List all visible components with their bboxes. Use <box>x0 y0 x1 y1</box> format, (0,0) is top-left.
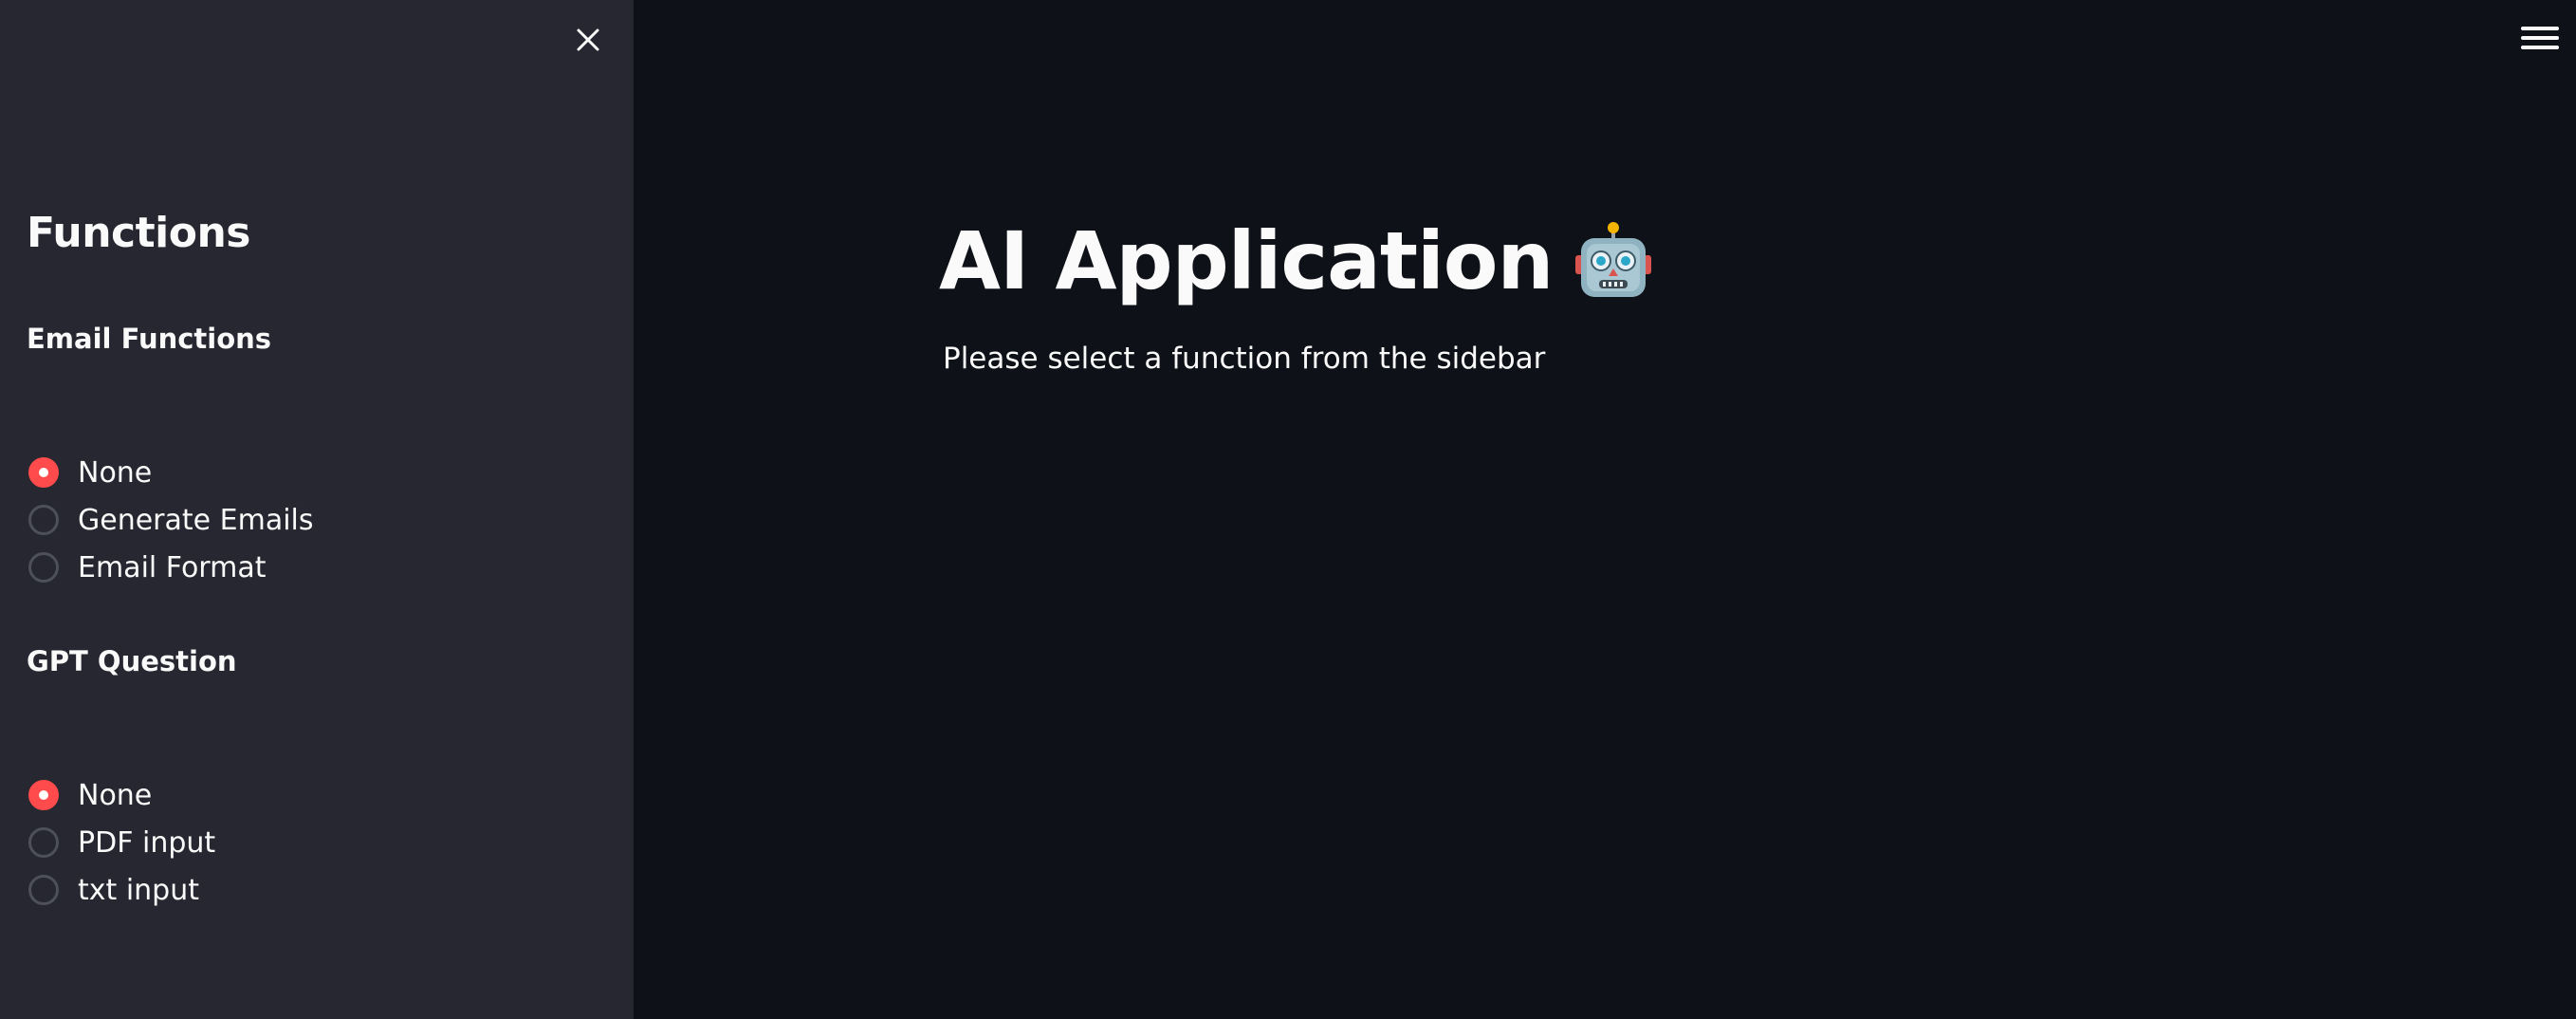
radio-option-generate-emails[interactable]: Generate Emails <box>28 496 314 544</box>
app-root: Functions Email Functions None Generate … <box>0 0 2576 1019</box>
page-title: AI Application <box>939 213 1652 308</box>
hamburger-menu-icon <box>2521 27 2559 30</box>
main-menu-button[interactable] <box>2521 23 2559 53</box>
radio-label: Email Format <box>78 550 267 584</box>
page-subtitle: Please select a function from the sideba… <box>943 342 1546 376</box>
close-icon <box>577 28 599 51</box>
radio-label: None <box>78 455 153 490</box>
page-title-text: AI Application <box>939 214 1554 307</box>
email-functions-radio-group: None Generate Emails Email Format <box>28 449 314 591</box>
close-sidebar-button[interactable] <box>569 21 607 59</box>
radio-option-pdf-input[interactable]: PDF input <box>28 819 215 866</box>
radio-button[interactable] <box>28 875 59 905</box>
sidebar-title: Functions <box>27 209 250 257</box>
hamburger-menu-icon-line <box>2521 36 2559 40</box>
gpt-question-radio-group: None PDF input txt input <box>28 771 215 914</box>
gpt-question-heading: GPT Question <box>27 645 237 677</box>
radio-option-txt-input[interactable]: txt input <box>28 866 215 914</box>
email-functions-heading: Email Functions <box>27 323 272 355</box>
radio-label: txt input <box>78 873 199 907</box>
sidebar: Functions Email Functions None Generate … <box>0 0 634 1019</box>
radio-option-email-none[interactable]: None <box>28 449 314 496</box>
hamburger-menu-icon-line <box>2521 46 2559 49</box>
radio-button[interactable] <box>28 505 59 535</box>
radio-button[interactable] <box>28 827 59 858</box>
radio-button[interactable] <box>28 552 59 583</box>
radio-option-email-format[interactable]: Email Format <box>28 544 314 591</box>
robot-icon <box>1575 222 1652 297</box>
radio-label: Generate Emails <box>78 503 314 537</box>
radio-label: None <box>78 778 153 812</box>
radio-button-selected[interactable] <box>28 457 59 488</box>
radio-option-gpt-none[interactable]: None <box>28 771 215 819</box>
radio-label: PDF input <box>78 825 216 860</box>
radio-button-selected[interactable] <box>28 780 59 810</box>
